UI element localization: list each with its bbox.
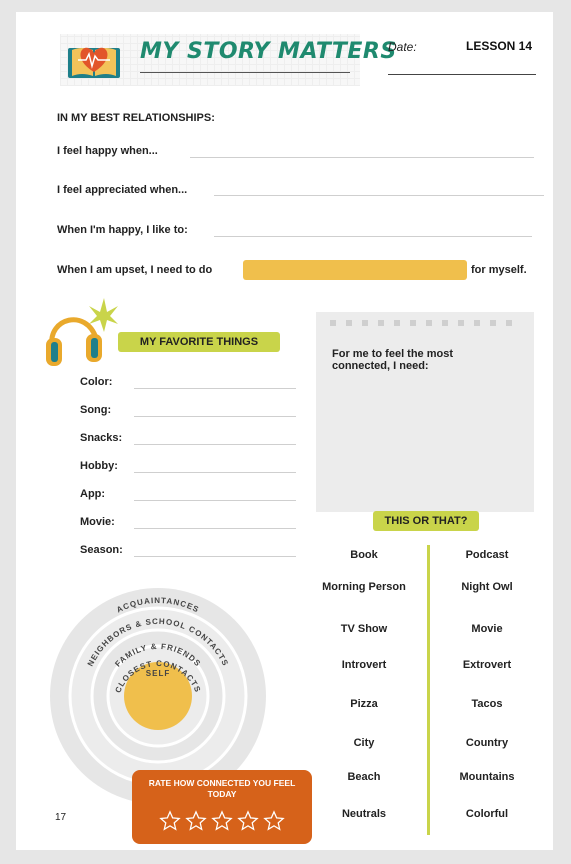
favorite-label: Movie: (80, 516, 115, 528)
prompt-happy: I feel happy when... (57, 145, 158, 157)
choice-right[interactable]: Movie (422, 623, 552, 635)
favorite-label: Snacks: (80, 432, 123, 444)
favorite-label: App: (80, 488, 106, 500)
relationships-heading: IN MY BEST RELATIONSHIPS: (57, 112, 215, 124)
favorite-label: Song: (80, 404, 112, 416)
choice-left[interactable]: TV Show (299, 623, 429, 635)
worksheet-page: MY STORY MATTERS Date: LESSON 14 IN MY B… (16, 12, 553, 850)
choice-left[interactable]: Morning Person (299, 581, 429, 593)
choice-right[interactable]: Extrovert (422, 659, 552, 671)
answer-line-appreciated[interactable] (214, 195, 544, 196)
notes-prompt: For me to feel the most connected, I nee… (332, 348, 454, 372)
star-icon[interactable] (185, 810, 207, 837)
star-icon[interactable] (237, 810, 259, 837)
choice-left[interactable]: Beach (299, 771, 429, 783)
choice-left[interactable]: Pizza (299, 698, 429, 710)
choice-left[interactable]: Book (299, 549, 429, 561)
prompt-upset: When I am upset, I need to do (57, 264, 213, 276)
favorite-answer-line[interactable] (134, 556, 296, 557)
favorite-answer-line[interactable] (134, 528, 296, 529)
answer-line-happy[interactable] (190, 157, 534, 158)
star-icon[interactable] (211, 810, 233, 837)
favorite-answer-line[interactable] (134, 416, 296, 417)
choice-right[interactable]: Colorful (422, 808, 552, 820)
date-field[interactable] (388, 74, 536, 75)
favorite-answer-line[interactable] (134, 444, 296, 445)
star-icon[interactable] (159, 810, 181, 837)
favorite-label: Color: (80, 376, 113, 388)
answer-line-like-to[interactable] (214, 236, 532, 237)
notebook-holes (330, 320, 520, 326)
headphones-icon (42, 298, 118, 370)
notes-area[interactable]: For me to feel the most connected, I nee… (316, 312, 534, 512)
prompt-upset-end: for myself. (471, 264, 527, 276)
favorite-label: Season: (80, 544, 123, 556)
favorite-label: Hobby: (80, 460, 118, 472)
book-heart-icon (64, 38, 124, 82)
self-label: SELF (146, 669, 170, 678)
star-rating[interactable] (132, 810, 312, 837)
choice-left[interactable]: Introvert (299, 659, 429, 671)
favorites-heading: MY FAVORITE THINGS (118, 332, 280, 352)
choice-right[interactable]: Podcast (422, 549, 552, 561)
prompt-appreciated: I feel appreciated when... (57, 184, 188, 196)
choice-left[interactable]: City (299, 737, 429, 749)
rating-label: RATE HOW CONNECTED YOU FEEL TODAY (148, 778, 296, 799)
favorite-answer-line[interactable] (134, 500, 296, 501)
choice-right[interactable]: Country (422, 737, 552, 749)
date-label: Date: (388, 40, 417, 54)
choice-right[interactable]: Night Owl (422, 581, 552, 593)
title-underline (140, 72, 350, 73)
choice-right[interactable]: Mountains (422, 771, 552, 783)
this-or-that-heading: THIS OR THAT? (373, 511, 479, 531)
rating-box: RATE HOW CONNECTED YOU FEEL TODAY (132, 770, 312, 844)
lesson-label: LESSON 14 (466, 39, 533, 53)
star-icon[interactable] (263, 810, 285, 837)
choice-left[interactable]: Neutrals (299, 808, 429, 820)
upset-answer-field[interactable] (243, 260, 467, 280)
favorite-answer-line[interactable] (134, 388, 296, 389)
page-title: MY STORY MATTERS (140, 39, 397, 64)
favorite-answer-line[interactable] (134, 472, 296, 473)
page-number: 17 (55, 812, 67, 823)
prompt-like-to: When I'm happy, I like to: (57, 224, 188, 236)
choice-right[interactable]: Tacos (422, 698, 552, 710)
